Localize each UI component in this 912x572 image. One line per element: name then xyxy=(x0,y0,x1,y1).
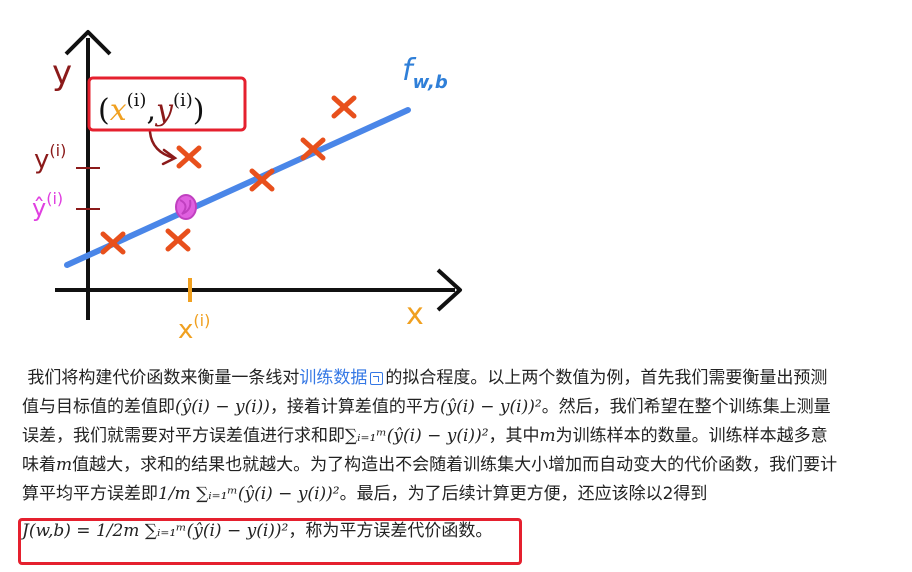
formula-squared: (ŷ(i) − y(i))² xyxy=(439,397,542,417)
variable-m: m xyxy=(539,426,556,446)
text-run: ，接着计算差值的平方 xyxy=(269,397,440,417)
paragraph-line: 误差，我们就需要对平方误差值进行求和即∑ᵢ₌₁ᵐ(ŷ(i) − y(i))²，其… xyxy=(22,422,902,451)
x-axis-label: x xyxy=(406,297,424,332)
paragraph-line: 味着m值越大，求和的结果也就越大。为了构造出不会随着训练集大小增加而自动变大的代… xyxy=(22,451,902,480)
data-point-marker xyxy=(331,95,357,119)
regression-plot: y x fw,b y(i) ŷ(i) x(i) (x(i),y(i)) xyxy=(32,30,462,345)
data-point-marker xyxy=(165,228,191,252)
paragraph-line: 值与目标值的差值即(ŷ(i) − y(i))，接着计算差值的平方(ŷ(i) − … xyxy=(22,393,902,422)
training-data-link[interactable]: 训练数据 xyxy=(299,368,367,388)
x-tick-label: x(i) xyxy=(178,311,210,345)
text-run: 值与目标值的差值即 xyxy=(22,397,175,417)
text-run: 。最后，为了后续计算更方便，还应该除以2得到 xyxy=(339,484,708,504)
formula-mean: 1/m ∑ᵢ₌₁ᵐ(ŷ(i) − y(i))² xyxy=(158,484,340,504)
formula-diff: (ŷ(i) − y(i)) xyxy=(175,397,270,417)
text-run: 误差，我们就需要对平方误差值进行求和即 xyxy=(22,426,345,446)
regression-line xyxy=(64,107,411,268)
text-run: 算平均平方误差即 xyxy=(22,484,158,504)
text-run: 为训练样本的数量。训练样本越多意 xyxy=(555,426,828,446)
text-run: 。然后，我们希望在整个训练集上测量 xyxy=(541,397,831,417)
predicted-point xyxy=(175,194,197,220)
y-axis-label: y xyxy=(52,53,72,93)
data-point-marker xyxy=(176,145,202,169)
cost-function-figure: y x fw,b y(i) ŷ(i) x(i) (x(i),y(i)) xyxy=(0,0,912,360)
variable-m: m xyxy=(56,455,73,475)
paragraph-line: 我们将构建代价函数来衡量一条线对训练数据 的拟合程度。以上两个数值为例，首先我们需… xyxy=(22,364,902,393)
text-run: 我们将构建代价函数来衡量一条线对 xyxy=(27,368,300,388)
function-label: fw,b xyxy=(402,53,448,93)
pointer-arrow-icon xyxy=(148,130,178,166)
text-run: ，其中 xyxy=(488,426,540,446)
external-link-icon[interactable] xyxy=(370,372,384,385)
text-run: 值越大，求和的结果也就越大。为了构造出不会随着训练集大小增加而自动变大的代价函数… xyxy=(72,455,838,475)
cost-function-highlight-box xyxy=(18,518,522,565)
text-run: 味着 xyxy=(22,455,56,475)
text-run: 的拟合程度。以上两个数值为例，首先我们需要衡量出预测 xyxy=(385,368,828,388)
point-label: (x(i),y(i)) xyxy=(98,90,204,128)
y-tick-label: y(i) xyxy=(34,141,66,175)
yhat-tick-label: ŷ(i) xyxy=(32,189,63,222)
paragraph-line: 算平均平方误差即1/m ∑ᵢ₌₁ᵐ(ŷ(i) − y(i))²。最后，为了后续计… xyxy=(22,480,902,509)
formula-sum: ∑ᵢ₌₁ᵐ(ŷ(i) − y(i))² xyxy=(345,426,489,446)
